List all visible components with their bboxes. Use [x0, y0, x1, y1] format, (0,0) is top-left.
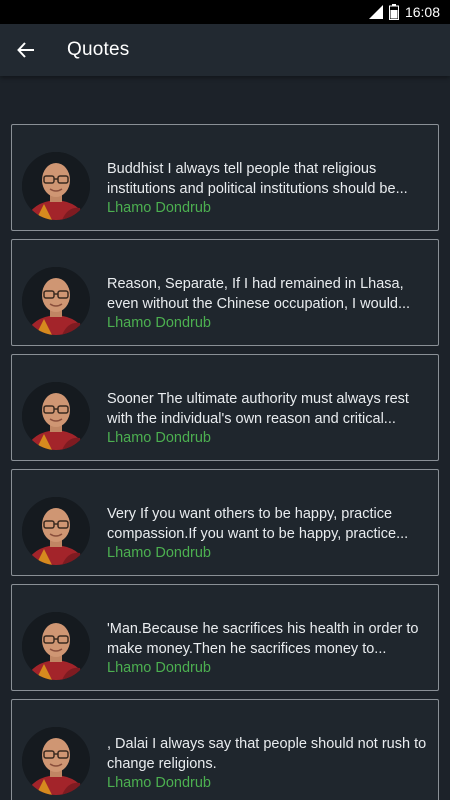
quote-author: Lhamo Dondrub	[107, 660, 211, 676]
quote-text-line: Very If you want others to be happy, pra…	[107, 506, 393, 522]
arrow-left-icon	[17, 42, 34, 58]
back-button[interactable]	[0, 24, 52, 76]
status-bar: 16:08	[0, 0, 450, 24]
quote-list[interactable]: Buddhist I always tell people that relig…	[0, 76, 450, 800]
quote-card[interactable]: Sooner The ultimate authority must alway…	[11, 354, 439, 461]
quote-text-line: Buddhist I always tell people that relig…	[107, 161, 377, 177]
quote-card[interactable]: Very If you want others to be happy, pra…	[11, 469, 439, 576]
quote-text-line: with the individual's own reason and cri…	[107, 411, 396, 427]
quote-card[interactable]: Reason, Separate, If I had remained in L…	[11, 239, 439, 346]
quote-author: Lhamo Dondrub	[107, 200, 211, 216]
quote-text-line: institutions and political institutions …	[107, 181, 408, 197]
quote-card[interactable]: 'Man.Because he sacrifices his health in…	[11, 584, 439, 691]
quote-author: Lhamo Dondrub	[107, 545, 211, 561]
quote-text: Sooner The ultimate authority must alway…	[107, 389, 432, 429]
status-time: 16:08	[404, 4, 440, 20]
avatar	[22, 612, 90, 680]
avatar	[22, 267, 90, 335]
quote-text-line: make money.Then he sacrifices money to..…	[107, 641, 387, 657]
quote-text-line: Sooner The ultimate authority must alway…	[107, 391, 409, 407]
quote-text-line: compassion.If you want to be happy, prac…	[107, 526, 409, 542]
signal-icon	[368, 5, 383, 19]
quote-author: Lhamo Dondrub	[107, 775, 211, 791]
quote-text: 'Man.Because he sacrifices his health in…	[107, 619, 432, 659]
avatar	[22, 382, 90, 450]
avatar	[22, 727, 90, 795]
avatar	[22, 497, 90, 565]
quote-card[interactable]: , Dalai I always say that people should …	[11, 699, 439, 800]
page-title: Quotes	[67, 39, 130, 60]
quote-text-line: even without the Chinese occupation, I w…	[107, 296, 411, 312]
quote-text-line: 'Man.Because he sacrifices his health in…	[107, 621, 419, 637]
quote-text-line: Reason, Separate, If I had remained in L…	[107, 276, 404, 292]
avatar	[22, 152, 90, 220]
quote-text: Buddhist I always tell people that relig…	[107, 159, 432, 199]
quote-author: Lhamo Dondrub	[107, 430, 211, 446]
status-icons	[368, 4, 399, 20]
quote-card[interactable]: Buddhist I always tell people that relig…	[11, 124, 439, 231]
quote-text: Reason, Separate, If I had remained in L…	[107, 274, 432, 314]
app-bar: Quotes	[0, 24, 450, 76]
quote-text: Very If you want others to be happy, pra…	[107, 504, 432, 544]
battery-icon	[388, 4, 399, 20]
quote-text-line: change religions.	[107, 756, 217, 772]
quote-text: , Dalai I always say that people should …	[107, 734, 432, 774]
quote-author: Lhamo Dondrub	[107, 315, 211, 331]
quote-text-line: , Dalai I always say that people should …	[107, 736, 427, 752]
